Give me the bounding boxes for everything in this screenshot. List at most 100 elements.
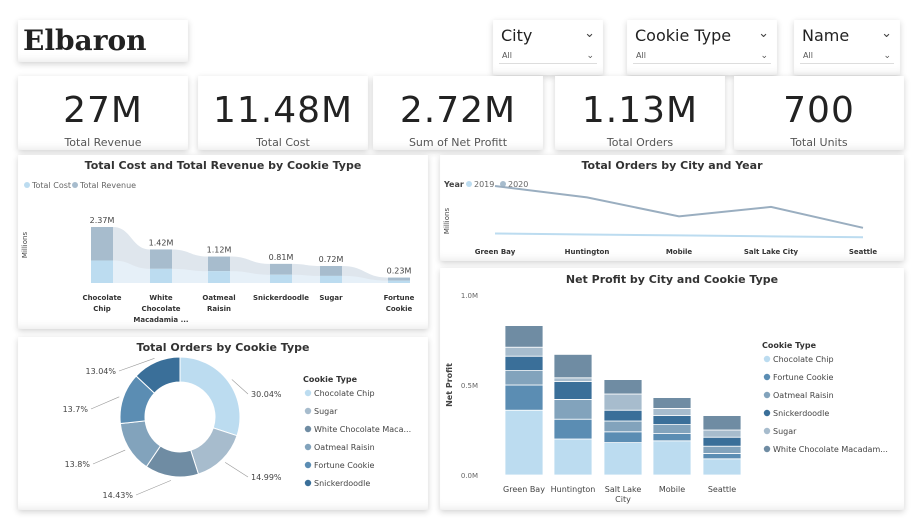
cost-bar <box>91 260 113 283</box>
x-tick-label: Green Bay <box>475 248 516 256</box>
kpi-label: Sum of Net Profitt <box>408 136 508 149</box>
donut-slice <box>190 427 238 475</box>
legend-title: Year <box>443 180 464 189</box>
slicer-cookie-type-value: All <box>636 51 646 60</box>
kpi-value: 27M <box>63 90 143 131</box>
legend-marker <box>763 445 771 453</box>
orders-city-year-chart-card: Total Orders by City and Year Year 2019 20… <box>440 155 904 261</box>
stacked-bar-segment <box>652 433 692 442</box>
legend-label: White Chocolate Maca... <box>314 425 411 434</box>
y-axis-label: Net Profit <box>445 363 454 407</box>
net-profit-chart-card: Net Profit by City and Cookie Type 0.0M 0… <box>440 268 904 510</box>
stacked-bar-segment <box>652 407 692 416</box>
stacked-bar-segment <box>603 431 643 444</box>
stacked-bar-segment <box>553 398 593 420</box>
kpi-total-orders: 1.13M Total Orders <box>555 76 725 150</box>
slice-label: 13.04% <box>85 367 116 376</box>
leader-line <box>224 462 249 478</box>
data-label: 0.23M <box>387 267 412 276</box>
x-tick-label: Huntington <box>551 485 596 494</box>
stacked-bar-segment <box>504 409 544 476</box>
revenue-bar <box>208 256 230 272</box>
x-tick-label: Chocolate <box>82 294 121 302</box>
chevron-down-icon: ⌄ <box>883 51 891 61</box>
kpi-label: Total Orders <box>606 136 674 149</box>
slicer-city-title: City <box>501 26 533 45</box>
stacked-bar-segment <box>504 370 544 386</box>
slice-label: 14.99% <box>251 473 282 482</box>
orders-cookie-donut-chart: 30.04% 14.99% 14.43% 13.8% 13.7% 13.04% Cookie… <box>63 356 411 500</box>
slicer-cookie-type-title: Cookie Type <box>635 26 732 45</box>
legend-marker <box>24 182 30 188</box>
legend-marker <box>763 373 771 381</box>
leader-line <box>90 396 120 410</box>
chevron-down-icon[interactable]: ⌄ <box>584 26 595 41</box>
legend-label: Oatmeal Raisin <box>773 391 834 400</box>
stacked-bar-segment <box>603 442 643 476</box>
stacked-bar-segment <box>603 420 643 433</box>
x-tick-label: Cookie <box>386 305 413 313</box>
slicer-name-title: Name <box>802 26 850 45</box>
y-axis-label: Millions <box>21 232 29 259</box>
orders-cookie-donut-card: Total Orders by Cookie Type 30.04% 14.99%… <box>18 337 428 510</box>
legend-label: Snickerdoodle <box>314 479 370 488</box>
series-line <box>494 232 864 239</box>
slicer-cookie-type[interactable]: Cookie Type ⌄ All ⌄ <box>627 20 777 75</box>
slicer-city[interactable]: City ⌄ All ⌄ <box>493 20 603 75</box>
stacked-bar-segment <box>504 346 544 357</box>
slice-label: 13.7% <box>63 405 89 414</box>
stacked-bar-segment <box>553 418 593 440</box>
x-tick-label: Oatmeal <box>202 294 235 302</box>
legend-label: White Chocolate Macadam... <box>773 445 888 454</box>
slicer-name-dropdown[interactable]: All ⌄ <box>800 48 894 64</box>
legend-marker <box>763 391 771 399</box>
kpi-label: Total Revenue <box>64 136 142 149</box>
slicer-city-dropdown[interactable]: All ⌄ <box>499 48 597 64</box>
x-tick-label: Sugar <box>319 294 343 302</box>
x-tick-label: Huntington <box>565 248 610 256</box>
slice-label: 14.43% <box>102 491 133 500</box>
leader-line <box>92 449 126 465</box>
legend-label: Fortune Cookie <box>773 373 833 382</box>
stacked-bar-segment <box>652 415 692 426</box>
legend-label: Chocolate Chip <box>314 389 375 398</box>
revenue-bar <box>91 227 113 261</box>
data-label: 2.37M <box>90 216 115 225</box>
revenue-bar <box>150 249 172 269</box>
legend-title: Cookie Type <box>762 341 817 350</box>
y-tick-label: 0.5M <box>461 382 478 390</box>
x-tick-label: Fortune <box>384 294 415 302</box>
data-label: 0.81M <box>269 253 294 262</box>
kpi-value: 1.13M <box>581 90 699 131</box>
x-tick-label: Salt Lake <box>605 485 642 494</box>
slicer-name[interactable]: Name ⌄ All ⌄ <box>794 20 900 75</box>
orders-city-year-chart: Year 2019 2020MillionsGreen Bay Huntington M… <box>443 180 878 256</box>
stacked-bar-segment <box>553 438 593 476</box>
kpi-label: Total Cost <box>256 136 310 149</box>
kpi-value: 2.72M <box>399 90 517 131</box>
x-tick-label: Seattle <box>849 248 878 256</box>
stacked-bar-segment <box>702 436 742 447</box>
legend-marker <box>304 461 312 469</box>
cost-ribbon <box>292 274 320 283</box>
slicer-cookie-type-dropdown[interactable]: All ⌄ <box>633 48 771 64</box>
kpi-total-units: 700 Total Units <box>734 76 904 150</box>
stacked-bar-segment <box>652 397 692 409</box>
legend-marker <box>763 427 771 435</box>
data-label: 0.72M <box>319 255 344 264</box>
legend-label: Chocolate Chip <box>773 355 834 364</box>
x-tick-label: Green Bay <box>503 485 545 494</box>
donut-slice <box>179 356 241 437</box>
chevron-down-icon[interactable]: ⌄ <box>758 26 769 41</box>
chevron-down-icon: ⌄ <box>586 51 594 61</box>
stacked-bar-segment <box>652 424 692 435</box>
net-profit-chart: 0.0M 0.5M 1.0M Net Profit Green Bay Huntingto… <box>445 292 888 504</box>
slicer-name-value: All <box>803 51 813 60</box>
legend-marker <box>304 443 312 451</box>
chevron-down-icon[interactable]: ⌄ <box>881 26 892 41</box>
y-tick-label: 0.0M <box>461 472 478 480</box>
x-tick-label: Chocolate <box>141 305 180 313</box>
cost-revenue-chart-card: Total Cost and Total Revenue by Cookie T… <box>18 155 428 329</box>
stacked-bar-segment <box>702 452 742 460</box>
x-tick-label: Mobile <box>666 248 693 256</box>
